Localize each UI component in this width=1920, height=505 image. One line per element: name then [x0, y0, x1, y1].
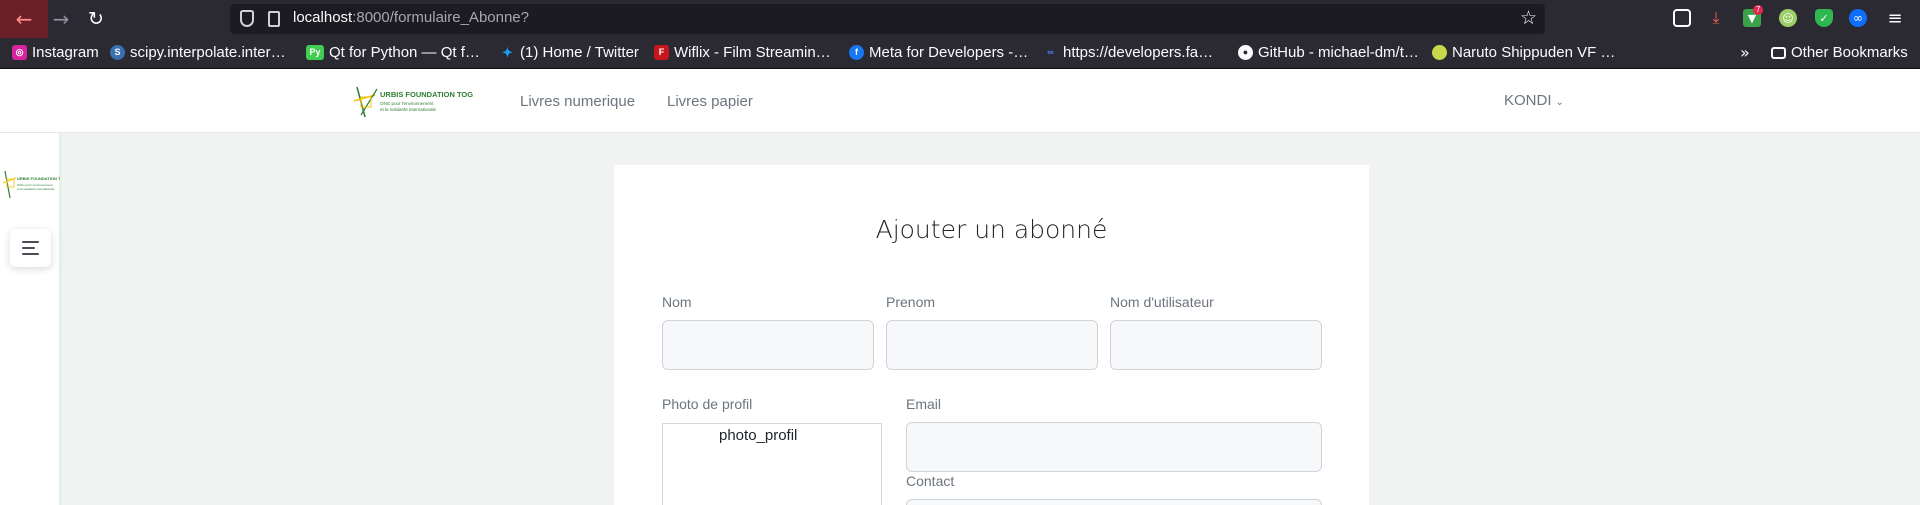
- other-bookmarks[interactable]: Other Bookmarks: [1771, 44, 1908, 61]
- contact-field[interactable]: [906, 499, 1322, 505]
- page-title: Ajouter un abonné: [875, 215, 1108, 244]
- menu-line-icon: [22, 241, 39, 243]
- svg-text:URBIS FOUNDATION TOGO: URBIS FOUNDATION TOGO: [380, 90, 473, 99]
- username-field[interactable]: [1110, 320, 1322, 370]
- scipy-icon: S: [110, 45, 125, 60]
- smile-extension-icon[interactable]: ☺: [1779, 9, 1797, 27]
- bookmark-item[interactable]: ∞ https://developers.fa…: [1043, 44, 1213, 61]
- menu-line-icon: [22, 253, 39, 255]
- qt-icon: Py: [306, 45, 324, 60]
- back-icon[interactable]: ←: [0, 0, 48, 38]
- bookmark-star-icon[interactable]: ☆: [1520, 7, 1537, 29]
- address-bar[interactable]: localhost:8000/formulaire_Abonne? ☆: [230, 4, 1545, 34]
- sidebar-toggle-button[interactable]: [10, 229, 51, 267]
- pocket-icon[interactable]: [1673, 9, 1691, 27]
- sidebar: URBIS FOUNDATION TOGO ONG pour l'environ…: [0, 133, 62, 505]
- bookmark-item[interactable]: ✦ (1) Home / Twitter: [500, 44, 639, 61]
- bookmark-item[interactable]: Sscipy.interpolate.inter…: [110, 44, 286, 61]
- meta-infinity-icon: ∞: [1047, 47, 1054, 57]
- twitter-icon: ✦: [502, 45, 513, 60]
- browser-toolbar: ← → ↻ localhost:8000/formulaire_Abonne? …: [0, 0, 1920, 38]
- forward-icon[interactable]: →: [43, 0, 79, 38]
- site-header: URBIS FOUNDATION TOGO ONG pour l'environ…: [0, 69, 1920, 133]
- reload-icon[interactable]: ↻: [78, 0, 114, 38]
- tracking-shield-icon[interactable]: [240, 10, 254, 27]
- sidebar-logo: URBIS FOUNDATION TOGO ONG pour l'environ…: [2, 170, 60, 199]
- user-name: KONDI: [1504, 92, 1552, 109]
- nom-field[interactable]: [662, 320, 874, 370]
- prenom-label: Prenom: [886, 294, 936, 310]
- naruto-icon: [1432, 45, 1447, 60]
- bookmark-item[interactable]: ◎ Instagram: [12, 44, 99, 61]
- bookmark-item[interactable]: f Meta for Developers -…: [849, 44, 1028, 61]
- bookmark-item[interactable]: Py Qt for Python — Qt f…: [306, 44, 480, 61]
- svg-text:ONG pour l'environnement: ONG pour l'environnement: [380, 101, 434, 106]
- meta-icon: f: [849, 45, 864, 60]
- prenom-field[interactable]: [886, 320, 1098, 370]
- svg-text:et la solidarité international: et la solidarité internationale: [17, 187, 55, 191]
- bookmark-item[interactable]: F Wiflix - Film Streamin…: [654, 44, 831, 61]
- wiflix-icon: F: [654, 45, 669, 60]
- github-icon: ●: [1238, 45, 1253, 60]
- bookmark-item[interactable]: ● GitHub - michael-dm/t…: [1238, 44, 1419, 61]
- menu-line-icon: [22, 247, 35, 249]
- hamburger-menu-icon[interactable]: ≡: [1886, 8, 1904, 29]
- chevron-down-icon: ⌄: [1555, 97, 1564, 108]
- subscriber-form-card: Ajouter un abonné Nom Prenom Nom d'utili…: [614, 165, 1369, 505]
- shield-extension-icon[interactable]: ✓: [1815, 9, 1833, 27]
- profile-photo[interactable]: photo_profil: [662, 423, 882, 505]
- urbis-logo[interactable]: URBIS FOUNDATION TOGO ONG pour l'environ…: [353, 85, 473, 119]
- download-icon[interactable]: ⤓: [1707, 8, 1725, 27]
- nav-livres-numerique[interactable]: Livres numerique: [520, 93, 635, 110]
- instagram-icon: ◎: [12, 45, 27, 60]
- infinity-extension-icon[interactable]: ∞: [1849, 9, 1867, 27]
- url-text[interactable]: localhost:8000/formulaire_Abonne?: [293, 9, 529, 26]
- photo-label: Photo de profil: [662, 396, 753, 412]
- email-field[interactable]: [906, 422, 1322, 472]
- user-menu[interactable]: KONDI ⌄: [1504, 92, 1564, 109]
- page-info-icon[interactable]: [268, 11, 280, 27]
- more-bookmarks-icon[interactable]: »: [1740, 43, 1750, 62]
- contact-label: Contact: [906, 473, 955, 489]
- photo-alt-text: photo_profil: [719, 427, 798, 444]
- username-label: Nom d'utilisateur: [1110, 294, 1214, 310]
- nom-label: Nom: [662, 294, 692, 310]
- bookmark-item[interactable]: Naruto Shippuden VF …: [1432, 44, 1615, 61]
- bookmarks-bar: ◎ Instagram Sscipy.interpolate.inter… Py Q…: [0, 38, 1920, 69]
- nav-livres-papier[interactable]: Livres papier: [667, 93, 753, 110]
- folder-icon: [1771, 46, 1786, 59]
- svg-text:et la solidarité international: et la solidarité internationale: [380, 107, 437, 112]
- svg-text:URBIS FOUNDATION TOGO: URBIS FOUNDATION TOGO: [17, 176, 60, 181]
- email-label: Email: [906, 396, 942, 412]
- extension-badge: 7: [1753, 5, 1764, 15]
